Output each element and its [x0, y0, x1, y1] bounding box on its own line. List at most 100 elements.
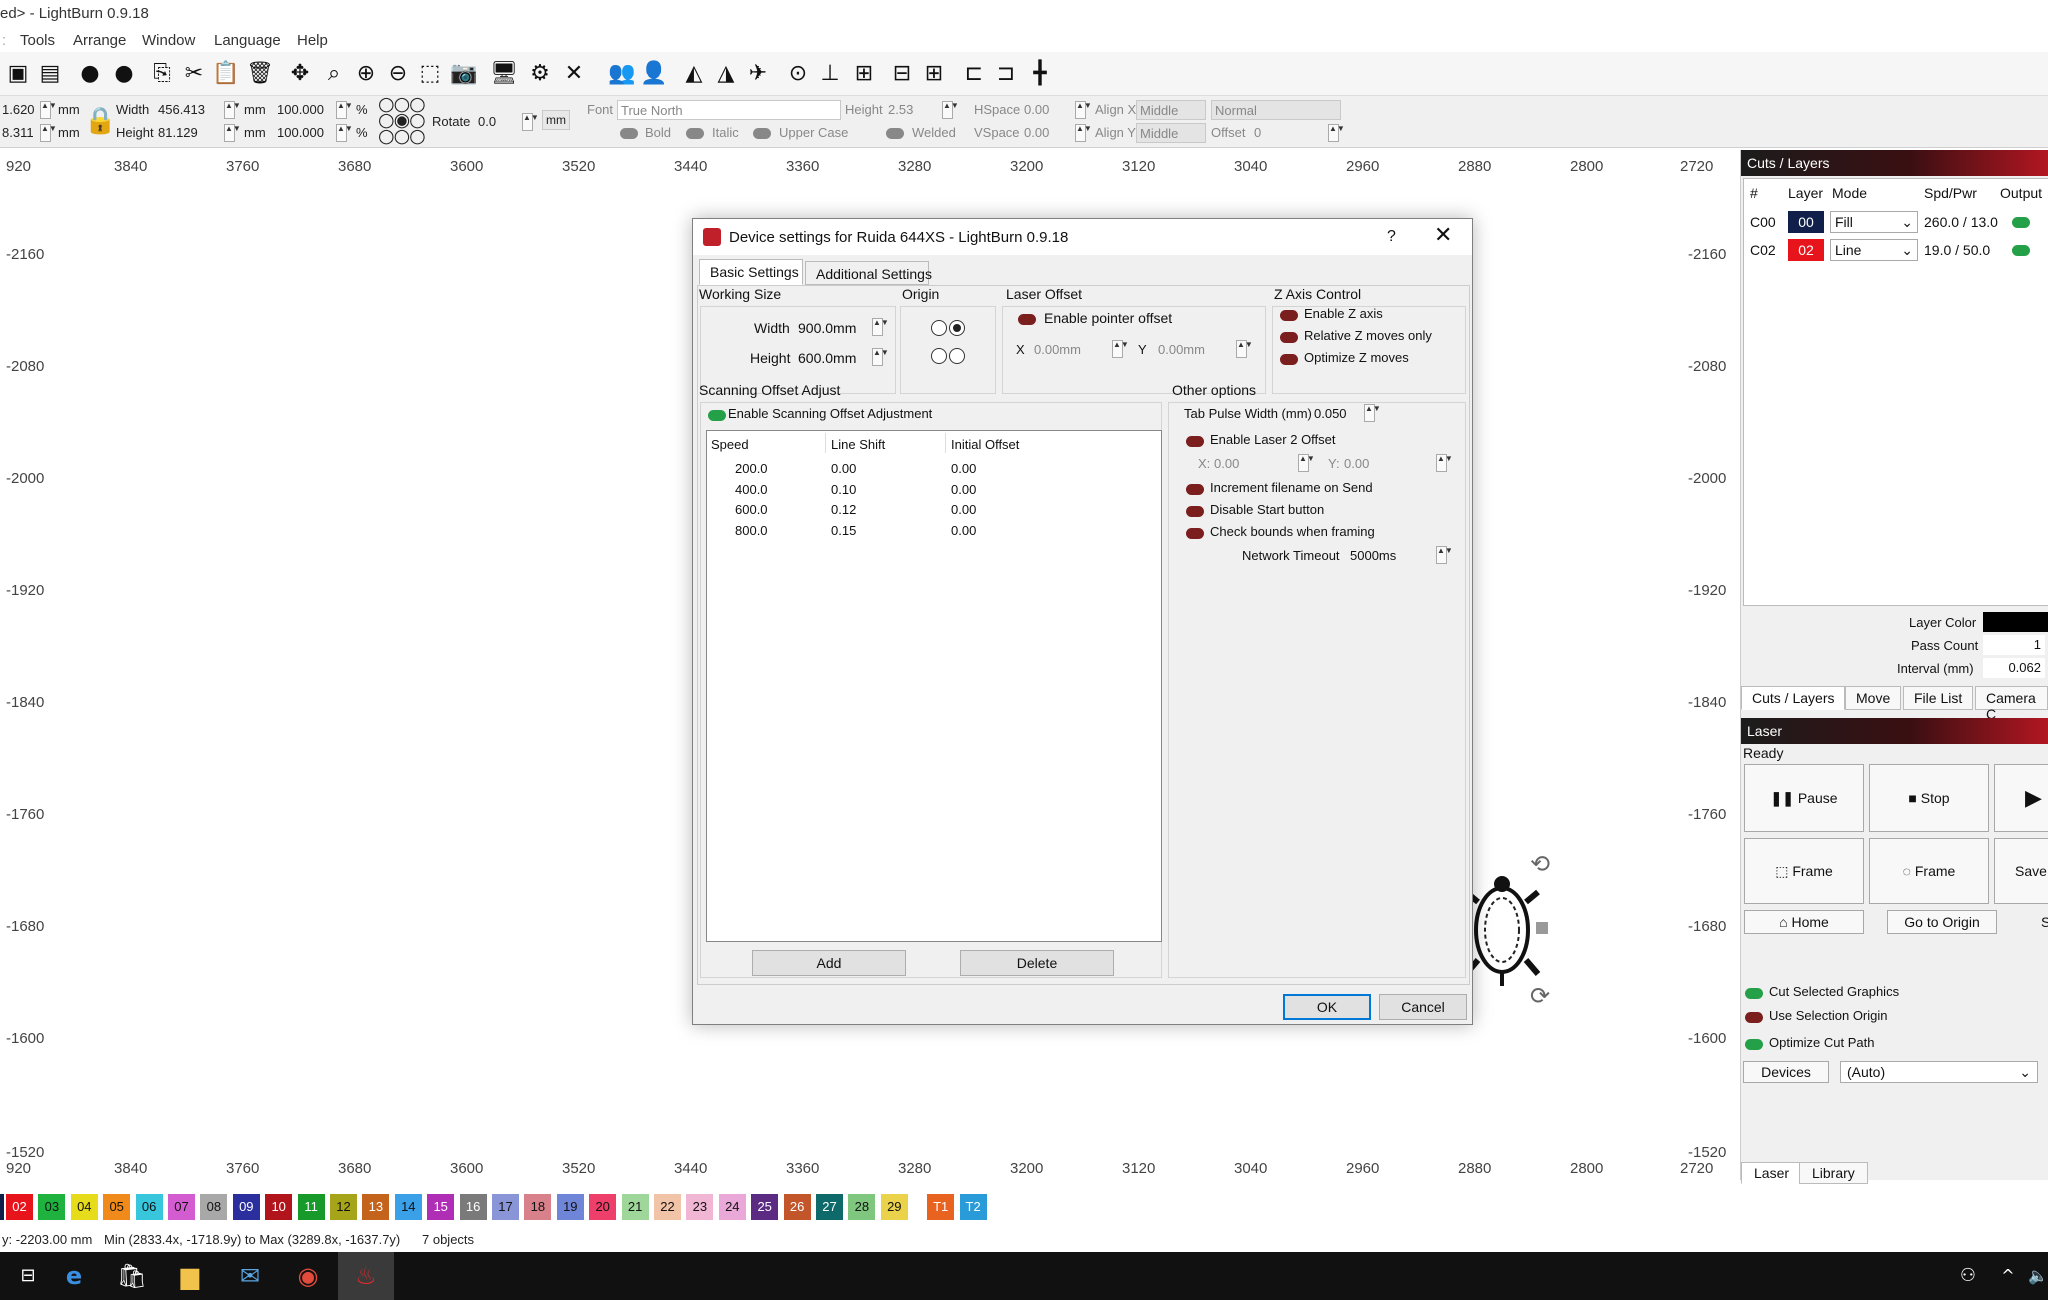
palette-swatch[interactable]: 11 — [297, 1194, 325, 1220]
rotate-value[interactable]: 0.0 — [478, 114, 496, 129]
monitor-icon[interactable]: 🖥 — [490, 60, 518, 88]
start-button[interactable]: ▶ — [1994, 764, 2048, 832]
device-select[interactable]: (Auto) ⌄ — [1840, 1061, 2038, 1083]
check-bounds-toggle[interactable] — [1186, 528, 1204, 539]
palette-swatch[interactable]: 21 — [621, 1194, 649, 1220]
send-icon[interactable]: ✈ — [744, 60, 772, 88]
zoom-out-icon[interactable]: ⊖ — [384, 60, 412, 88]
palette-swatch[interactable]: 08 — [200, 1194, 228, 1220]
save-rd-button[interactable]: Save — [1994, 838, 2048, 904]
undo-icon[interactable]: ● — [76, 60, 104, 88]
layer-color-swatch[interactable]: 00 — [1788, 211, 1824, 233]
interval-input[interactable]: 0.062 — [1983, 658, 2045, 678]
enable-scanning-toggle[interactable] — [708, 410, 726, 421]
welded-toggle[interactable] — [886, 128, 904, 139]
flip-h-icon[interactable]: ◭ — [680, 60, 708, 88]
anchor-grid-icon[interactable]: ○○○ ○◉○ ○○○ — [378, 95, 426, 146]
layer-output-toggle[interactable] — [2012, 245, 2030, 256]
move-icon[interactable]: ✥ — [286, 60, 314, 88]
tab-file-list[interactable]: File List — [1903, 686, 1974, 710]
tab-additional-settings[interactable]: Additional Settings — [805, 261, 932, 285]
origin-bottom-right-radio[interactable] — [949, 348, 965, 364]
palette-swatch[interactable]: 16 — [459, 1194, 487, 1220]
palette-swatch[interactable]: T2 — [959, 1194, 987, 1220]
chrome-icon[interactable]: ◉ — [280, 1252, 336, 1300]
palette-swatch[interactable]: 23 — [686, 1194, 714, 1220]
pointer-offset-toggle[interactable] — [1018, 314, 1036, 325]
skew-handle-icon[interactable]: ⟳ — [1530, 982, 1550, 1010]
group-icon[interactable]: 👥 — [608, 60, 636, 88]
go-to-origin-button[interactable]: Go to Origin — [1887, 910, 1997, 934]
palette-swatch[interactable]: 02 — [6, 1194, 33, 1220]
palette-swatch[interactable]: 15 — [427, 1194, 455, 1220]
menu-language[interactable]: Language — [214, 32, 281, 49]
width-input[interactable]: 900.0mm — [798, 320, 856, 336]
tab-pulse-input[interactable]: 0.050 — [1314, 406, 1347, 421]
cancel-button[interactable]: Cancel — [1379, 994, 1467, 1020]
pause-button[interactable]: ❚❚ Pause — [1744, 764, 1864, 832]
width-value[interactable]: 456.413 — [158, 102, 205, 117]
stop-button[interactable]: ■ Stop — [1869, 764, 1989, 832]
rotate-handle-icon[interactable]: ⟲ — [1530, 850, 1550, 878]
settings-icon[interactable]: ⚙ — [526, 60, 554, 88]
tools-icon[interactable]: ✕ — [560, 60, 588, 88]
rotate-spinner[interactable]: ▲▼ — [522, 113, 539, 131]
palette-swatch-edge[interactable] — [0, 1194, 4, 1220]
tab-cuts-layers[interactable]: Cuts / Layers — [1741, 686, 1846, 710]
frame-circle-button[interactable]: ◌ Frame — [1869, 838, 1989, 904]
turtle-artwork[interactable] — [1466, 870, 1546, 988]
align-icon[interactable]: ⊥ — [816, 60, 844, 88]
height-value[interactable]: 81.129 — [158, 125, 198, 140]
palette-swatch[interactable]: 18 — [524, 1194, 552, 1220]
ok-button[interactable]: OK — [1283, 994, 1371, 1020]
palette-swatch[interactable]: 27 — [816, 1194, 843, 1220]
hspace-spinner[interactable]: ▲▼ — [1075, 101, 1092, 119]
palette-swatch[interactable]: 24 — [718, 1194, 746, 1220]
palette-swatch[interactable]: 22 — [654, 1194, 681, 1220]
cut-selected-toggle[interactable] — [1745, 988, 1763, 999]
scale-h-spinner[interactable]: ▲▼ — [336, 124, 353, 142]
delete-button[interactable]: Delete — [960, 950, 1114, 976]
alignx-select[interactable]: Middle — [1136, 100, 1206, 120]
network-timeout-spinner[interactable]: ▲▼ — [1436, 546, 1453, 564]
tab-pulse-spinner[interactable]: ▲▼ — [1364, 404, 1381, 422]
add-button[interactable]: Add — [752, 950, 906, 976]
width-spinner[interactable]: ▲▼ — [872, 318, 889, 336]
network-timeout-input[interactable]: 5000ms — [1350, 548, 1396, 563]
height-spinner[interactable]: ▲▼ — [872, 348, 889, 366]
store-icon[interactable]: 🛍 — [104, 1252, 160, 1300]
italic-toggle[interactable] — [686, 128, 704, 139]
zoom-frame-icon[interactable]: ⬚ — [416, 60, 444, 88]
hspace-value[interactable]: 0.00 — [1024, 102, 1049, 117]
tab-move[interactable]: Move — [1845, 686, 1902, 710]
disable-start-toggle[interactable] — [1186, 506, 1204, 517]
origin-top-left-radio[interactable] — [931, 320, 947, 336]
vspace-value[interactable]: 0.00 — [1024, 125, 1049, 140]
paste-icon[interactable]: 📋 — [212, 60, 240, 88]
layer-output-toggle[interactable] — [2012, 217, 2030, 228]
delete-icon[interactable]: 🗑 — [246, 60, 274, 88]
camera-icon[interactable]: 📷 — [450, 60, 478, 88]
y-offset-input[interactable]: 0.00mm — [1158, 342, 1205, 357]
target-icon[interactable]: ⊙ — [784, 60, 812, 88]
palette-swatch[interactable]: 14 — [394, 1194, 422, 1220]
ungroup-icon[interactable]: 👤 — [640, 60, 668, 88]
optimize-z-toggle[interactable] — [1280, 354, 1298, 365]
layer-mode-select[interactable]: Fill ⌄ — [1830, 211, 1918, 233]
palette-swatch[interactable]: 12 — [330, 1194, 357, 1220]
tab-library[interactable]: Library — [1799, 1162, 1868, 1184]
palette-swatch[interactable]: 07 — [168, 1194, 195, 1220]
y-spinner[interactable]: ▲▼ — [40, 124, 57, 142]
palette-swatch[interactable]: 03 — [38, 1194, 66, 1220]
palette-swatch[interactable]: 19 — [556, 1194, 584, 1220]
palette-swatch[interactable]: 28 — [848, 1194, 876, 1220]
y-value[interactable]: 8.311 — [2, 125, 34, 140]
palette-swatch[interactable]: 29 — [880, 1194, 908, 1220]
distribute-icon[interactable]: ⊟ — [888, 60, 916, 88]
vspace-spinner[interactable]: ▲▼ — [1075, 124, 1092, 142]
menu-tools[interactable]: Tools — [20, 32, 55, 49]
y-offset-spinner[interactable]: ▲▼ — [1236, 340, 1253, 358]
palette-swatch[interactable]: 13 — [362, 1194, 390, 1220]
height-spinner[interactable]: ▲▼ — [224, 124, 241, 142]
laser2-y-input[interactable]: 0.00 — [1344, 456, 1369, 471]
